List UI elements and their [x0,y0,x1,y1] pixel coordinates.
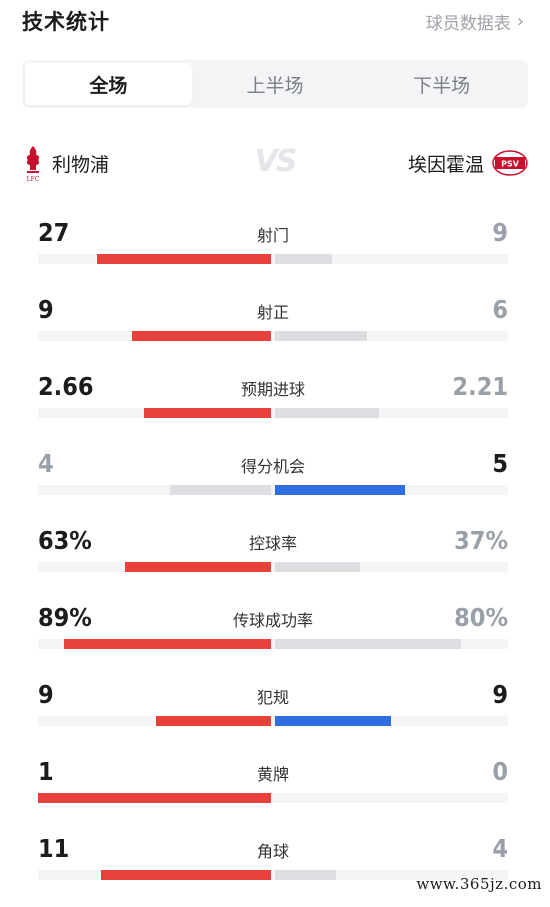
psv-crest-icon: PSV [492,150,528,176]
home-stat-bar [169,485,271,495]
away-stat-bar [275,716,391,726]
home-stat-bar [132,331,271,341]
stat-row: 9 6 射正 [38,291,508,368]
away-stat-value: 2.21 [452,371,509,401]
home-team-name: 利物浦 [52,153,110,176]
away-stat-bar [275,254,332,264]
psv-crest-text: PSV [501,160,520,169]
away-stat-bar [275,562,360,572]
player-stats-link[interactable]: 球员数据表 › [426,9,524,34]
watermark: www.365jz.com [416,875,542,893]
teams-header: LFC 利物浦 VS 埃因霍温 PSV [22,140,528,186]
away-stat-bar [275,331,367,341]
stat-bar-track [38,331,508,341]
stat-row: 2.66 2.21 预期进球 [38,368,508,445]
stat-bar-track [38,254,508,264]
liverpool-crest-icon: LFC [27,146,40,183]
away-team-name: 埃因霍温 [407,153,484,176]
stat-bar-track [38,408,508,418]
header: 技术统计 球员数据表 › [22,6,524,36]
home-stat-bar [63,639,271,649]
stats-list: 27 9 射门 9 6 射正 2.66 2.21 预期进球 4 5 得分机会 63% 37% 控球率 89% 8… [38,214,508,907]
tab-first-half[interactable]: 上半场 [192,63,359,105]
away-stat-bar [275,870,337,880]
home-stat-bar [101,870,271,880]
away-team[interactable]: 埃因霍温 PSV [400,150,528,177]
stat-row: 11 4 角球 [38,830,508,907]
away-stat-value: 37% [454,525,508,555]
home-stat-bar [143,408,271,418]
home-stat-bar [38,793,271,803]
away-stat-value: 0 [492,756,508,786]
home-stat-value: 4 [38,448,54,478]
home-stat-bar [155,716,271,726]
stat-bar-track [38,793,508,803]
lfc-crest-text: LFC [27,176,40,183]
away-stat-value: 4 [492,833,508,863]
vs-icon: VS [254,144,298,179]
home-stat-value: 1 [38,756,54,786]
stat-bar-track [38,485,508,495]
away-stat-value: 9 [492,217,508,247]
chevron-right-icon: › [516,10,524,32]
away-stat-value: 80% [454,602,508,632]
tab-second-half[interactable]: 下半场 [358,63,525,105]
stat-row: 1 0 黄牌 [38,753,508,830]
away-stat-value: 6 [492,294,508,324]
away-stat-value: 5 [492,448,508,478]
away-stat-bar [275,485,405,495]
stat-row: 9 9 犯规 [38,676,508,753]
period-tabs: 全场 上半场 下半场 [22,60,528,108]
home-stat-value: 9 [38,679,54,709]
home-stat-value: 9 [38,294,54,324]
stat-bar-track [38,639,508,649]
home-stat-value: 89% [38,602,92,632]
home-stat-bar [124,562,271,572]
player-stats-link-label: 球员数据表 [425,13,511,34]
home-stat-value: 63% [38,525,92,555]
page-title: 技术统计 [22,10,110,34]
home-stat-value: 27 [38,217,70,247]
tab-full-match[interactable]: 全场 [25,63,192,105]
stat-bar-track [38,562,508,572]
stat-row: 27 9 射门 [38,214,508,291]
away-stat-value: 9 [492,679,508,709]
away-stat-bar [275,639,461,649]
stat-row: 4 5 得分机会 [38,445,508,522]
stat-row: 89% 80% 传球成功率 [38,599,508,676]
home-team[interactable]: LFC 利物浦 [22,143,117,183]
home-stat-value: 11 [38,833,70,863]
home-stat-bar [96,254,271,264]
stat-bar-track [38,716,508,726]
away-stat-bar [275,408,379,418]
stat-row: 63% 37% 控球率 [38,522,508,599]
home-stat-value: 2.66 [38,371,94,401]
